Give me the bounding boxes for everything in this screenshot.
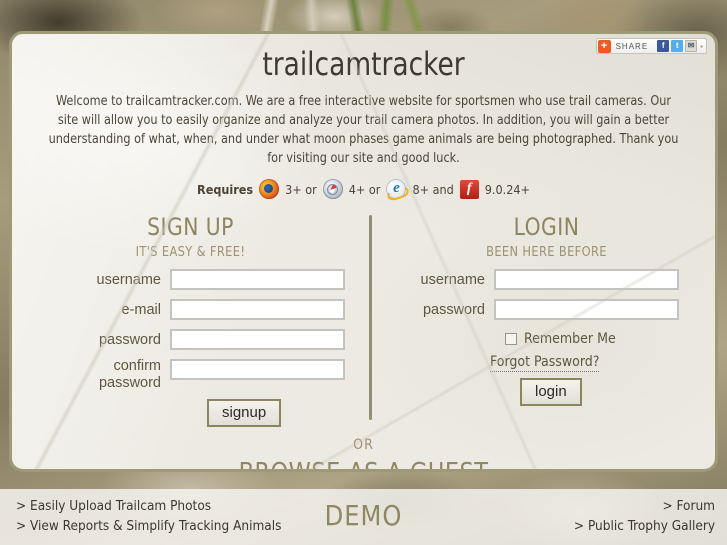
footer-bar: > Easily Upload Trailcam Photos > View R… (0, 489, 727, 545)
remember-me-label: Remember Me (524, 331, 616, 347)
signup-email-label: e-mail (121, 301, 161, 318)
login-button[interactable]: login (520, 378, 582, 406)
safari-version: 4+ or (348, 181, 381, 197)
login-heading: LOGIN (513, 213, 580, 241)
remember-me-checkbox[interactable] (505, 333, 517, 345)
signup-button[interactable]: signup (207, 399, 282, 427)
login-username-label: username (420, 271, 485, 288)
remember-me-row[interactable]: Remember Me (372, 331, 715, 347)
footer-link-forum[interactable]: > Forum (574, 496, 716, 516)
forgot-password-link[interactable]: Forgot Password? (372, 354, 715, 372)
flash-icon: f (459, 179, 479, 199)
signup-form: SIGN UP IT'S EASY & FREE! username e-mai… (12, 213, 369, 427)
more-options-icon[interactable]: ▪ (700, 42, 703, 51)
page-background: + SHARE f t ✉ ▪ trailcamtracker Welcome … (0, 0, 727, 545)
or-separator-label: OR (353, 437, 374, 453)
addthis-plus-icon[interactable]: + (597, 39, 611, 53)
signup-confirm-label: confirm password (40, 358, 170, 392)
login-form: LOGIN BEEN HERE BEFORE username password… (372, 213, 715, 406)
ie-version: 8+ and (412, 181, 454, 197)
signup-confirm-row: confirm password (12, 358, 369, 392)
footer-link-trophy-gallery[interactable]: > Public Trophy Gallery (574, 516, 715, 536)
facebook-icon[interactable]: f (657, 40, 670, 52)
signup-heading: SIGN UP (147, 213, 234, 241)
signup-email-row: e-mail (12, 299, 369, 320)
signup-confirm-input[interactable] (170, 359, 345, 380)
footer-right-links: > Forum > Public Trophy Gallery (574, 496, 715, 536)
signup-email-input[interactable] (170, 299, 345, 320)
login-password-row: password (372, 299, 715, 320)
signup-username-label: username (96, 271, 161, 288)
signup-password-row: password (12, 329, 369, 350)
browser-requirements: Requires 3+ or 4+ or e 8+ and f 9.0.24+ (12, 179, 715, 199)
firefox-version: 3+ or (285, 181, 317, 197)
login-password-input[interactable] (494, 299, 679, 320)
login-username-input[interactable] (494, 269, 679, 290)
intro-paragraph: Welcome to trailcamtracker.com. We are a… (48, 94, 679, 166)
browse-as-guest-link[interactable]: BROWSE AS A GUEST (26, 458, 701, 469)
signup-button-wrap: signup (12, 399, 369, 427)
login-subheading: BEEN HERE BEFORE (486, 244, 607, 260)
forgot-password-text: Forgot Password? (490, 354, 600, 372)
firefox-icon (259, 179, 280, 199)
site-title: trailcamtracker (262, 45, 465, 83)
signup-username-row: username (12, 269, 369, 290)
signup-confirm-label-line2: password (98, 375, 161, 391)
addthis-share-widget[interactable]: + SHARE f t ✉ ▪ (595, 38, 707, 54)
login-password-label: password (422, 301, 485, 318)
signup-confirm-label-line1: confirm (113, 358, 161, 374)
signup-username-input[interactable] (170, 269, 345, 290)
internet-explorer-icon: e (386, 179, 407, 199)
signup-subheading: IT'S EASY & FREE! (135, 244, 246, 260)
signup-password-input[interactable] (170, 329, 345, 350)
login-username-row: username (372, 269, 715, 290)
twitter-icon[interactable]: t (671, 40, 684, 52)
main-content-panel: + SHARE f t ✉ ▪ trailcamtracker Welcome … (9, 31, 718, 472)
login-button-wrap: login (372, 378, 715, 406)
requires-label: Requires (197, 181, 254, 197)
signup-password-label: password (98, 331, 161, 348)
email-icon[interactable]: ✉ (685, 40, 698, 52)
share-label: SHARE (615, 41, 649, 51)
forms-container: SIGN UP IT'S EASY & FREE! username e-mai… (12, 213, 715, 427)
safari-icon (322, 179, 343, 199)
flash-version: 9.0.24+ (484, 181, 530, 197)
